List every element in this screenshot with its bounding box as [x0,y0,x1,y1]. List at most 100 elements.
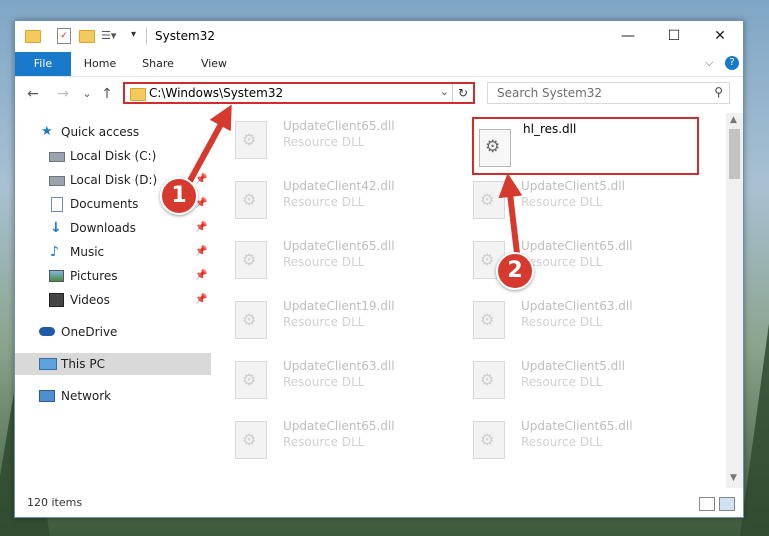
dll-file-icon [235,121,267,159]
file-description: Resource DLL [521,375,603,389]
file-description: Resource DLL [521,435,603,449]
sidebar-item-label: Network [61,389,112,403]
sidebar-item-this-pc[interactable]: This PC [15,353,211,375]
step-2-callout: 2 [496,252,534,290]
tab-file[interactable]: File [15,52,71,76]
dll-file-icon [235,301,267,339]
list-item[interactable]: UpdateClient65.dll Resource DLL [211,413,411,465]
expand-ribbon-icon[interactable]: ⌵ [705,56,713,70]
new-folder-icon[interactable] [79,30,95,43]
file-name: UpdateClient19.dll [283,299,395,313]
list-item[interactable]: UpdateClient63.dll Resource DLL [211,353,411,405]
pin-icon: 📌 [195,246,208,257]
file-name: UpdateClient65.dll [283,239,395,253]
file-name: UpdateClient65.dll [283,419,395,433]
background-tree [740,316,769,536]
videos-icon [49,293,64,307]
dll-file-icon [473,421,505,459]
sidebar-item-label: Music [70,245,105,259]
dll-file-icon [235,361,267,399]
chevron-down-icon[interactable]: ⌄ [440,85,449,98]
file-description: Resource DLL [521,195,603,209]
tab-view[interactable]: View [191,52,237,76]
list-item[interactable]: UpdateClient42.dll Resource DLL [211,173,411,225]
sidebar-item-label: OneDrive [61,325,118,339]
file-name: UpdateClient5.dll [521,179,625,193]
drive-icon [49,152,65,162]
title-separator [146,27,147,45]
up-button[interactable]: ↑ [97,85,117,103]
list-item[interactable]: UpdateClient5.dll Resource DLL [449,353,649,405]
sidebar-item-label: Quick access [61,125,140,139]
pin-icon: 📌 [195,270,208,281]
scroll-down-icon[interactable]: ▼ [730,473,737,483]
large-icons-view-icon[interactable] [719,497,735,511]
maximize-button[interactable]: ☐ [651,21,697,52]
file-description: Resource DLL [283,435,365,449]
search-input[interactable]: Search System32 ⚲ [487,82,730,104]
details-view-icon[interactable] [699,497,715,511]
drive-icon [49,176,65,186]
dll-file-icon [479,129,511,167]
dropdown-icon[interactable]: ▾ [131,29,136,40]
file-name: UpdateClient65.dll [521,239,633,253]
minimize-button[interactable]: — [605,21,651,52]
back-button[interactable]: ← [23,85,43,103]
address-bar[interactable]: C:\Windows\System32 ⌄ ↻ [123,82,475,104]
tab-home[interactable]: Home [77,52,123,76]
refresh-button[interactable]: ↻ [452,84,473,102]
documents-icon [51,197,63,212]
list-item[interactable]: UpdateClient5.dll Resource DLL [449,173,649,225]
pictures-icon [49,270,64,282]
sidebar-item-music[interactable]: ♪ Music 📌 [15,241,211,263]
status-bar: 120 items [15,491,743,517]
folder-icon [25,30,41,43]
file-description: Resource DLL [283,315,365,329]
star-icon: ★ [41,124,53,139]
dll-file-icon [235,181,267,219]
file-description: Resource DLL [283,135,365,149]
sidebar-item-pictures[interactable]: Pictures 📌 [15,265,211,287]
list-item[interactable]: UpdateClient65.dll Resource DLL [449,233,649,285]
file-name: hl_res.dll [523,122,577,136]
list-item[interactable]: UpdateClient65.dll Resource DLL [211,233,411,285]
vertical-scrollbar[interactable]: ▲ ▼ [726,113,743,488]
sidebar-item-videos[interactable]: Videos 📌 [15,289,211,311]
sidebar-item-label: Local Disk (C:) [70,149,157,163]
sidebar-item-local-disk-c[interactable]: Local Disk (C:) [15,145,211,167]
close-button[interactable]: ✕ [697,21,743,52]
ribbon-tabs: File Home Share View ⌵ ? [15,52,743,77]
help-icon[interactable]: ? [725,56,739,70]
navigation-pane: ★ Quick access Local Disk (C:) Local Dis… [15,113,211,488]
recent-locations-button[interactable]: ⌄ [77,85,97,103]
list-item[interactable]: UpdateClient65.dll Resource DLL [449,413,649,465]
dll-file-icon [473,301,505,339]
sidebar-item-label: Videos [70,293,110,307]
cloud-icon [39,327,55,336]
highlighted-file-item[interactable]: hl_res.dll [472,117,699,175]
properties-icon[interactable]: ✓ [57,28,71,44]
list-item[interactable]: UpdateClient19.dll Resource DLL [211,293,411,345]
download-icon: ↓ [50,220,62,236]
window-title: System32 [155,29,216,43]
file-name: UpdateClient65.dll [521,419,633,433]
forward-button[interactable]: → [53,85,73,103]
file-name: UpdateClient65.dll [283,119,395,133]
sidebar-item-quick-access[interactable]: ★ Quick access [15,121,211,143]
computer-icon [39,358,57,370]
sidebar-item-onedrive[interactable]: OneDrive [15,321,211,343]
customize-quick-access-icon[interactable]: ☰▾ [101,29,116,42]
sidebar-item-downloads[interactable]: ↓ Downloads 📌 [15,217,211,239]
list-item[interactable]: UpdateClient65.dll Resource DLL [211,113,411,165]
sidebar-item-network[interactable]: Network [15,385,211,407]
scrollbar-thumb[interactable] [729,129,740,179]
sidebar-item-label: Local Disk (D:) [70,173,158,187]
file-description: Resource DLL [283,195,365,209]
pin-icon: 📌 [195,294,208,305]
search-placeholder: Search System32 [497,86,603,100]
sidebar-item-label: Downloads [70,221,136,235]
dll-file-icon [235,421,267,459]
list-item[interactable]: UpdateClient63.dll Resource DLL [449,293,649,345]
scroll-up-icon[interactable]: ▲ [730,115,737,125]
tab-share[interactable]: Share [135,52,181,76]
